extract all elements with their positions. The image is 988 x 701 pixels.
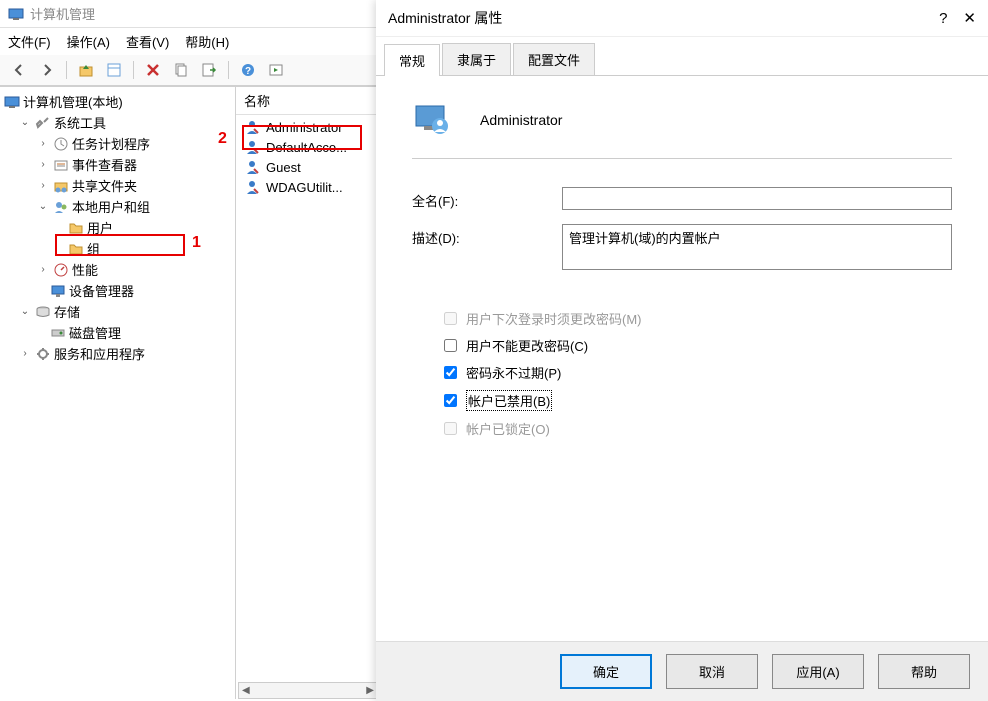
expander-icon[interactable]: ⌄: [36, 200, 50, 214]
dialog-help-button[interactable]: ?: [939, 10, 947, 27]
list-item-label: DefaultAcco...: [266, 140, 347, 155]
expander-icon[interactable]: ›: [18, 347, 32, 361]
tree-task-scheduler[interactable]: 任务计划程序: [72, 134, 150, 153]
check-account-disabled[interactable]: 帐户已禁用(B): [440, 390, 924, 411]
user-icon: [244, 139, 260, 155]
device-icon: [50, 283, 66, 299]
folder-icon: [68, 220, 84, 236]
fullname-label: 全名(F):: [412, 187, 562, 210]
expander-icon[interactable]: ›: [36, 179, 50, 193]
expander-icon[interactable]: ⌄: [18, 116, 32, 130]
expander-icon[interactable]: ⌄: [18, 305, 32, 319]
toolbar-separator: [66, 61, 67, 79]
computer-icon: [4, 94, 20, 110]
checkbox-account-disabled[interactable]: [444, 394, 457, 407]
properties-dialog: Administrator 属性 ? ✕ 常规 隶属于 配置文件 Adminis…: [376, 0, 988, 701]
performance-icon: [53, 262, 69, 278]
properties-button[interactable]: [103, 59, 125, 81]
disk-icon: [50, 325, 66, 341]
tree-panel[interactable]: 计算机管理(本地) ⌄ 系统工具 › 任务计划程序 › 事件查看器 › 共享文件夹 ⌄…: [0, 87, 236, 699]
help-button[interactable]: 帮助: [878, 654, 970, 689]
description-label: 描述(D):: [412, 224, 562, 247]
expander-icon[interactable]: ›: [36, 158, 50, 172]
checkbox-cannot-change[interactable]: [444, 339, 457, 352]
dialog-tabs: 常规 隶属于 配置文件: [376, 43, 988, 75]
cancel-button[interactable]: 取消: [666, 654, 758, 689]
menu-help[interactable]: 帮助(H): [185, 32, 229, 51]
dialog-titlebar: Administrator 属性 ? ✕: [376, 0, 988, 37]
event-icon: [53, 157, 69, 173]
ok-button[interactable]: 确定: [560, 654, 652, 689]
list-item-label: Administrator: [266, 120, 343, 135]
run-button[interactable]: [265, 59, 287, 81]
help-button[interactable]: ?: [237, 59, 259, 81]
tree-disk-management[interactable]: 磁盘管理: [69, 323, 121, 342]
expander-icon[interactable]: ›: [36, 137, 50, 151]
expander-icon[interactable]: ›: [36, 263, 50, 277]
tree-event-viewer[interactable]: 事件查看器: [72, 155, 137, 174]
back-button[interactable]: [8, 59, 30, 81]
check-must-change: 用户下次登录时须更改密码(M): [440, 309, 924, 328]
description-input[interactable]: [562, 224, 952, 270]
users-icon: [53, 199, 69, 215]
check-account-locked: 帐户已锁定(O): [440, 419, 924, 438]
menu-file[interactable]: 文件(F): [8, 32, 51, 51]
tab-memberof[interactable]: 隶属于: [442, 43, 511, 75]
tree-performance[interactable]: 性能: [72, 260, 98, 279]
tree-device-manager[interactable]: 设备管理器: [69, 281, 134, 300]
tree-root[interactable]: 计算机管理(本地): [23, 92, 123, 111]
forward-button[interactable]: [36, 59, 58, 81]
check-never-expire[interactable]: 密码永不过期(P): [440, 363, 924, 382]
menu-action[interactable]: 操作(A): [67, 32, 110, 51]
tree-storage[interactable]: 存储: [54, 302, 80, 321]
services-icon: [35, 346, 51, 362]
user-icon: [244, 159, 260, 175]
checkbox-account-locked: [444, 422, 457, 435]
checkbox-must-change: [444, 312, 457, 325]
app-icon: [8, 6, 24, 22]
scroll-left-icon[interactable]: ◀: [239, 685, 253, 696]
horizontal-scrollbar[interactable]: ◀▶: [238, 682, 378, 699]
delete-button[interactable]: [142, 59, 164, 81]
folder-icon: [68, 241, 84, 257]
tab-body: Administrator 全名(F): 描述(D): 用户下次登录时须更改密码…: [376, 75, 988, 625]
toolbar-separator: [228, 61, 229, 79]
up-button[interactable]: [75, 59, 97, 81]
storage-icon: [35, 304, 51, 320]
tree-shared-folders[interactable]: 共享文件夹: [72, 176, 137, 195]
copy-button[interactable]: [170, 59, 192, 81]
user-avatar-icon: [412, 100, 452, 140]
tree-users[interactable]: 用户: [87, 218, 113, 237]
tree-services[interactable]: 服务和应用程序: [54, 344, 145, 363]
dialog-button-row: 确定 取消 应用(A) 帮助: [376, 641, 988, 701]
list-item-label: WDAGUtilit...: [266, 180, 343, 195]
apply-button[interactable]: 应用(A): [772, 654, 864, 689]
tree-groups[interactable]: 组: [87, 239, 100, 258]
clock-icon: [53, 136, 69, 152]
tab-profile[interactable]: 配置文件: [513, 43, 595, 75]
dialog-close-button[interactable]: ✕: [963, 9, 976, 27]
tree-system-tools[interactable]: 系统工具: [54, 113, 106, 132]
fullname-input[interactable]: [562, 187, 952, 210]
tree-local-users[interactable]: 本地用户和组: [72, 197, 150, 216]
user-icon: [244, 119, 260, 135]
user-icon: [244, 179, 260, 195]
tools-icon: [35, 115, 51, 131]
tab-general[interactable]: 常规: [384, 44, 440, 76]
menu-view[interactable]: 查看(V): [126, 32, 169, 51]
list-item-label: Guest: [266, 160, 301, 175]
check-cannot-change[interactable]: 用户不能更改密码(C): [440, 336, 924, 355]
dialog-title: Administrator 属性: [388, 8, 939, 28]
svg-text:?: ?: [245, 66, 251, 77]
toolbar-separator: [133, 61, 134, 79]
checkbox-never-expire[interactable]: [444, 366, 457, 379]
window-title: 计算机管理: [30, 4, 95, 23]
scroll-right-icon[interactable]: ▶: [363, 685, 377, 696]
export-button[interactable]: [198, 59, 220, 81]
shared-folder-icon: [53, 178, 69, 194]
dialog-username: Administrator: [480, 112, 562, 128]
